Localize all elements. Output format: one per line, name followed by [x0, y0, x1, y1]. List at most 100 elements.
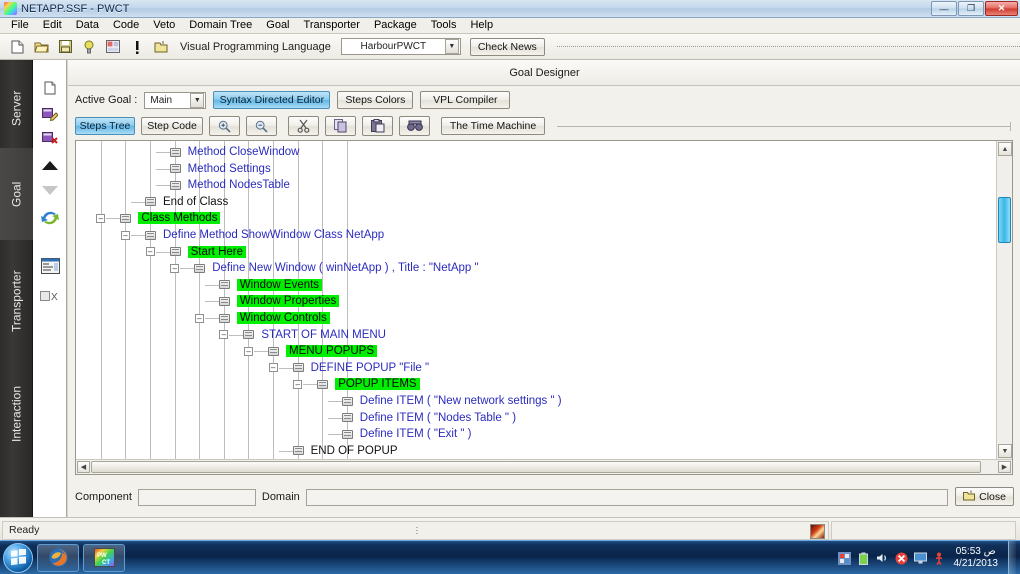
- menu-item-edit[interactable]: Edit: [36, 18, 69, 33]
- menu-item-data[interactable]: Data: [69, 18, 106, 33]
- taskbar-clock[interactable]: 05:53 ص 4/21/2013: [954, 546, 999, 570]
- monitor-icon[interactable]: [913, 552, 927, 565]
- active-goal-combo[interactable]: Main ▼: [144, 91, 207, 109]
- tree-node[interactable]: Define Method ShowWindow Class NetApp: [145, 227, 384, 243]
- new-page-icon[interactable]: [36, 78, 64, 98]
- cut-icon[interactable]: [288, 116, 319, 136]
- tab-steps-colors[interactable]: Steps Colors: [337, 91, 414, 109]
- close-small-icon[interactable]: X: [36, 286, 64, 306]
- tree-expander-icon[interactable]: –: [244, 346, 253, 356]
- time-machine-button[interactable]: The Time Machine: [441, 117, 545, 135]
- tree-expander-icon[interactable]: –: [268, 363, 278, 373]
- pwct-icon[interactable]: PW CT: [83, 543, 125, 572]
- tree-node[interactable]: Method Settings: [169, 161, 271, 177]
- tree-node[interactable]: Start Here: [169, 244, 247, 260]
- menu-item-package[interactable]: Package: [367, 18, 424, 33]
- vertical-tab-transporter[interactable]: Transporter: [0, 240, 33, 362]
- tree-node[interactable]: DEFINE POPUP "File ": [292, 360, 429, 376]
- tree-node[interactable]: MENU POPUPS: [268, 343, 377, 359]
- window-table-icon[interactable]: [36, 256, 64, 276]
- tree-node[interactable]: Window Properties: [218, 293, 340, 309]
- menu-item-code[interactable]: Code: [106, 18, 146, 33]
- tree-node[interactable]: POPUP ITEMS: [317, 376, 420, 392]
- chevron-down-icon[interactable]: ▼: [444, 39, 459, 54]
- picture-icon[interactable]: [102, 36, 124, 58]
- new-file-icon[interactable]: [6, 36, 28, 58]
- tab-syntax-directed-editor[interactable]: Syntax Directed Editor: [213, 91, 331, 109]
- folder-open-icon[interactable]: [150, 36, 172, 58]
- form-edit-icon[interactable]: [36, 104, 64, 124]
- menu-item-help[interactable]: Help: [463, 18, 500, 33]
- menu-item-transporter[interactable]: Transporter: [297, 18, 367, 33]
- chevron-down-icon[interactable]: ▼: [190, 92, 205, 108]
- antivirus-icon[interactable]: [895, 552, 908, 565]
- steps-tree[interactable]: Method CloseWindow Method Settings Method …: [76, 141, 996, 459]
- close-panel-button[interactable]: Close: [955, 487, 1014, 506]
- tree-node[interactable]: Method NodesTable: [169, 177, 290, 193]
- tree-node[interactable]: Window Controls: [218, 310, 330, 326]
- vertical-tab-interaction[interactable]: Interaction: [0, 362, 33, 466]
- copy-icon[interactable]: [325, 116, 356, 136]
- tree-horizontal-scrollbar[interactable]: ◀ ▶: [76, 459, 1012, 474]
- tab-step-code[interactable]: Step Code: [141, 117, 203, 135]
- network-icon[interactable]: [837, 551, 851, 565]
- scroll-left-button[interactable]: ◀: [77, 461, 90, 473]
- tree-expander-icon[interactable]: –: [293, 379, 303, 389]
- alert-icon[interactable]: [933, 552, 946, 565]
- bulb-icon[interactable]: [78, 36, 100, 58]
- scroll-down-button[interactable]: ▼: [998, 444, 1012, 458]
- check-news-button[interactable]: Check News: [469, 37, 545, 56]
- tree-expander-icon[interactable]: –: [145, 247, 155, 257]
- tree-node[interactable]: Method CloseWindow: [169, 144, 299, 160]
- maximize-button[interactable]: ❐: [958, 1, 984, 16]
- battery-icon[interactable]: [857, 552, 870, 565]
- tree-expander-icon[interactable]: –: [170, 263, 180, 273]
- horizontal-scroll-thumb[interactable]: [91, 461, 981, 473]
- vertical-scroll-thumb[interactable]: [998, 197, 1011, 243]
- show-desktop-button[interactable]: [1008, 541, 1016, 574]
- vertical-tab-server[interactable]: Server: [0, 68, 33, 148]
- open-folder-icon[interactable]: [30, 36, 52, 58]
- domain-field[interactable]: [305, 488, 948, 506]
- menu-item-goal[interactable]: Goal: [259, 18, 296, 33]
- scroll-up-button[interactable]: ▲: [998, 142, 1012, 156]
- move-up-icon[interactable]: [36, 156, 64, 176]
- start-orb-icon[interactable]: [3, 542, 33, 573]
- form-delete-icon[interactable]: [36, 128, 64, 148]
- tree-node[interactable]: Define ITEM ( "Exit " ): [341, 426, 471, 442]
- tree-node[interactable]: Define ITEM ( "New network settings " ): [341, 393, 562, 409]
- menu-item-file[interactable]: File: [4, 18, 36, 33]
- tree-expander-icon[interactable]: –: [96, 213, 106, 223]
- paste-icon[interactable]: [362, 116, 393, 136]
- tree-node[interactable]: START OF MAIN MENU: [243, 327, 386, 343]
- move-down-icon[interactable]: [36, 180, 64, 200]
- tree-node[interactable]: Class Methods: [120, 210, 221, 226]
- scroll-right-button[interactable]: ▶: [998, 461, 1011, 473]
- language-combo[interactable]: HarbourPWCT ▼: [340, 38, 461, 55]
- close-button[interactable]: ✕: [985, 1, 1018, 16]
- tree-expander-icon[interactable]: –: [194, 313, 204, 323]
- zoom-in-icon[interactable]: [209, 116, 240, 136]
- tree-node[interactable]: Define ITEM ( "Nodes Table " ): [341, 410, 516, 426]
- tree-node[interactable]: END OF POPUP: [292, 443, 398, 459]
- minimize-button[interactable]: —: [931, 1, 957, 16]
- tab-vpl-compiler[interactable]: VPL Compiler: [420, 91, 511, 109]
- volume-icon[interactable]: [876, 552, 889, 565]
- tree-node[interactable]: Define New Window ( winNetApp ) , Title …: [194, 260, 479, 276]
- tab-steps-tree[interactable]: Steps Tree: [75, 117, 135, 135]
- tree-node[interactable]: Window Events: [218, 277, 323, 293]
- firefox-icon[interactable]: [37, 543, 79, 572]
- menu-item-tools[interactable]: Tools: [424, 18, 464, 33]
- tree-expander-icon[interactable]: –: [121, 230, 130, 240]
- vertical-tab-goal[interactable]: Goal: [0, 148, 33, 240]
- tree-expander-icon[interactable]: –: [219, 330, 229, 340]
- tree-node[interactable]: End of Class: [145, 194, 228, 210]
- refresh-icon[interactable]: [36, 208, 64, 228]
- save-icon[interactable]: [54, 36, 76, 58]
- menu-item-domain-tree[interactable]: Domain Tree: [182, 18, 259, 33]
- find-icon[interactable]: [399, 116, 430, 136]
- tree-vertical-scrollbar[interactable]: ▲ ▼: [996, 141, 1012, 459]
- component-field[interactable]: [137, 488, 256, 506]
- zoom-out-icon[interactable]: [246, 116, 277, 136]
- menu-item-veto[interactable]: Veto: [146, 18, 182, 33]
